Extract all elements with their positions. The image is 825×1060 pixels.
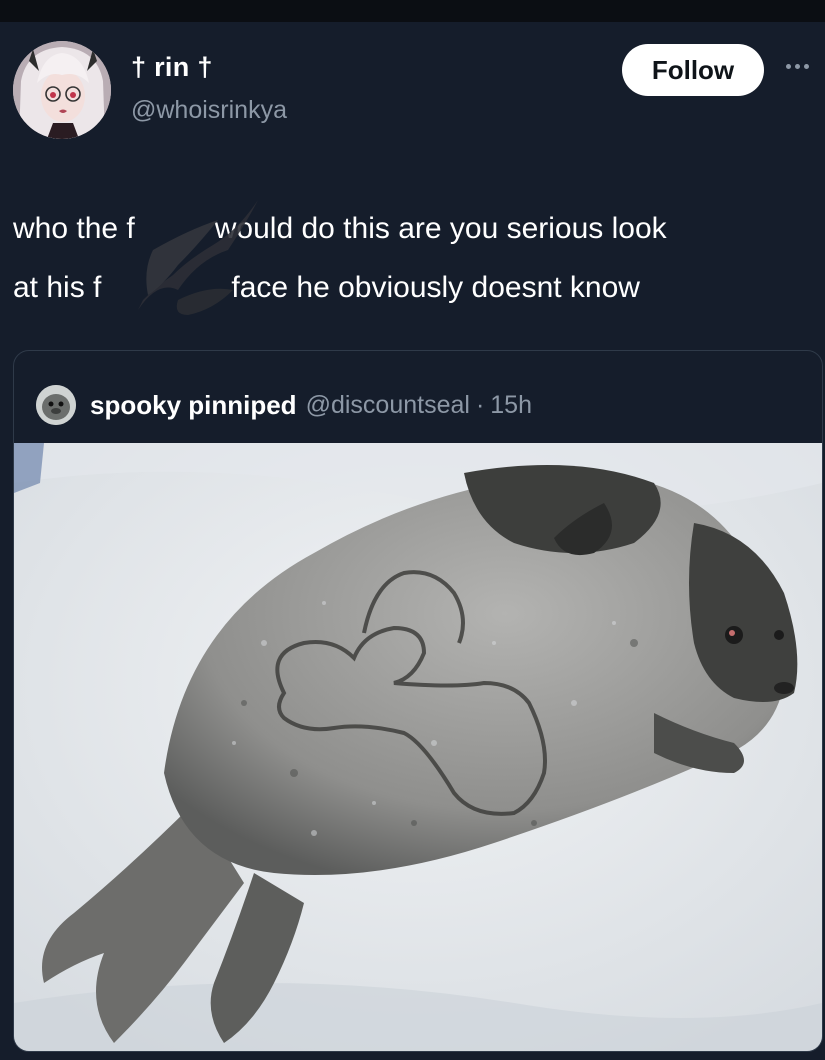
quoted-author-name[interactable]: spooky pinniped [90, 390, 297, 421]
tweet-text-fragment: would do this are you serious look [214, 212, 667, 245]
follow-button[interactable]: Follow [622, 44, 764, 96]
author-display-name[interactable]: † rin † [131, 52, 213, 83]
seal-in-snow-photo[interactable] [14, 443, 822, 1051]
top-status-bar [0, 0, 825, 22]
tweet-text-fragment: at his f [13, 271, 102, 304]
meta-separator: · [475, 390, 485, 419]
scribble-redaction [138, 200, 258, 315]
tweet-text-fragment: face he obviously doesnt know [231, 271, 640, 304]
author-handle[interactable]: @whoisrinkya [131, 96, 287, 125]
quoted-tweet-header: spooky pinniped @discountseal · 15h [36, 383, 532, 427]
seal-avatar-icon[interactable] [36, 385, 76, 425]
tweet-text-fragment: who the f [13, 212, 135, 245]
quoted-tweet-card[interactable]: spooky pinniped @discountseal · 15h [13, 350, 823, 1052]
quoted-author-handle[interactable]: @discountseal [306, 391, 470, 420]
more-options-icon[interactable] [786, 56, 820, 76]
anime-avatar-icon[interactable] [13, 41, 111, 139]
quoted-timestamp[interactable]: 15h [490, 391, 532, 420]
